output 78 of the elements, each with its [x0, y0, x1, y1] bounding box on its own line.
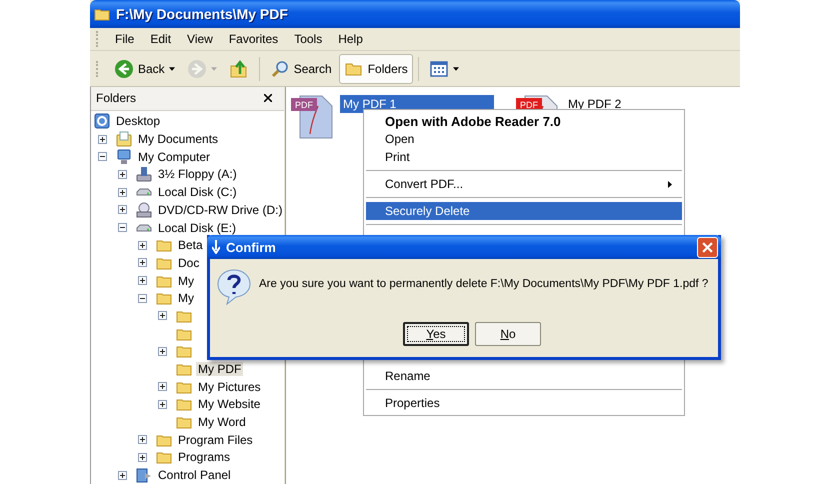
menu-bar-item[interactable]: Favorites [220, 30, 286, 48]
expand-toggle[interactable] [138, 276, 147, 286]
expand-toggle[interactable] [98, 134, 107, 144]
dialog-button[interactable]: No [475, 322, 541, 346]
pane-title: Folders [96, 91, 136, 106]
close-button[interactable] [697, 236, 718, 258]
back-button[interactable]: Back [109, 54, 180, 84]
expand-toggle[interactable] [138, 452, 147, 462]
expand-toggle[interactable] [138, 294, 147, 303]
expand-toggle[interactable] [98, 152, 107, 162]
menu-bar-item[interactable]: View [179, 30, 221, 48]
menu-item[interactable]: Open [366, 130, 682, 148]
dialog-title: Confirm [226, 240, 277, 254]
close-icon[interactable] [264, 94, 272, 102]
tree-item[interactable]: DVD/CD-RW Drive (D:) [156, 202, 284, 217]
menu-item[interactable]: Open with Adobe Reader 7.0 [366, 112, 682, 130]
expand-toggle[interactable] [138, 240, 147, 250]
search-button[interactable]: Search [264, 54, 337, 84]
document-folder-icon [116, 131, 132, 148]
caret-icon [168, 66, 175, 70]
tree-item[interactable]: My Word [196, 415, 248, 430]
tree-item[interactable]: 3½ Floppy (A:) [156, 167, 239, 182]
desktop-icon [94, 113, 110, 130]
tree-item[interactable]: Local Disk (E:) [156, 220, 238, 235]
expand-toggle[interactable] [138, 435, 147, 444]
expand-toggle[interactable] [158, 382, 167, 392]
tree-item[interactable]: Beta [176, 238, 205, 252]
computer-icon [116, 148, 132, 165]
tree-item[interactable]: My [176, 291, 196, 306]
expand-toggle[interactable] [118, 223, 127, 232]
submenu-arrow-icon [668, 180, 672, 188]
tree-item[interactable]: Local Disk (C:) [156, 185, 239, 200]
menu-item[interactable]: Convert PDF... [366, 175, 682, 193]
tree-item[interactable]: Program Files [176, 432, 255, 447]
menu-bar-item[interactable]: Tools [286, 30, 330, 48]
menu-bar-item[interactable]: Help [330, 30, 371, 48]
tree-item[interactable]: My Website [196, 397, 262, 412]
expand-toggle[interactable] [158, 311, 167, 320]
tree-item[interactable]: My Documents [136, 132, 220, 146]
menu-bar-item[interactable]: File [107, 30, 142, 48]
question-icon [217, 269, 251, 305]
views-grid-icon [428, 58, 449, 78]
floppy-drive-icon [136, 166, 152, 182]
expand-toggle[interactable] [118, 205, 127, 214]
search-icon [270, 58, 290, 78]
down-arrow-icon [212, 240, 220, 254]
menu-item[interactable]: Securely Delete [366, 202, 682, 220]
menu-item[interactable]: Rename [366, 367, 682, 385]
pdf-badge-label: PDF [295, 100, 313, 110]
folders-button[interactable]: Folders [338, 54, 413, 84]
tree-item[interactable]: My [176, 274, 196, 288]
tree-item[interactable]: My Computer [136, 150, 212, 164]
pdf-badge-label: PDF [520, 100, 538, 110]
tree-item[interactable]: My Pictures [196, 380, 263, 394]
up-folder-icon [228, 58, 249, 78]
expand-toggle[interactable] [158, 400, 167, 409]
tree-item[interactable]: Desktop [114, 114, 162, 128]
expand-toggle[interactable] [158, 346, 167, 356]
expand-toggle[interactable] [118, 188, 127, 197]
tree-item[interactable]: My PDF [196, 362, 244, 376]
cd-drive-icon [136, 202, 152, 218]
menu-item[interactable]: Properties [366, 394, 682, 412]
tree-item[interactable]: Programs [176, 450, 232, 464]
menu-item[interactable]: Print [366, 148, 682, 166]
caret-icon [210, 66, 217, 70]
close-icon [702, 242, 713, 252]
tree-item[interactable]: Control Panel [156, 468, 233, 482]
caret-icon [452, 66, 459, 70]
expand-toggle[interactable] [138, 258, 147, 268]
menu-bar-item[interactable]: Edit [142, 30, 180, 48]
dialog-button[interactable]: Yes [403, 322, 469, 346]
window-title: F:\My Documents\My PDF [116, 6, 288, 22]
expand-toggle[interactable] [118, 470, 127, 480]
file-name[interactable]: My PDF 2 [565, 95, 719, 113]
dialog-message: Are you sure you want to permanently delete F:\My Documents\My PDF\My PDF 1.pdf ? [259, 278, 708, 290]
expand-toggle[interactable] [118, 170, 127, 179]
tree-item[interactable]: Doc [176, 256, 202, 270]
control-panel-icon [136, 467, 152, 484]
